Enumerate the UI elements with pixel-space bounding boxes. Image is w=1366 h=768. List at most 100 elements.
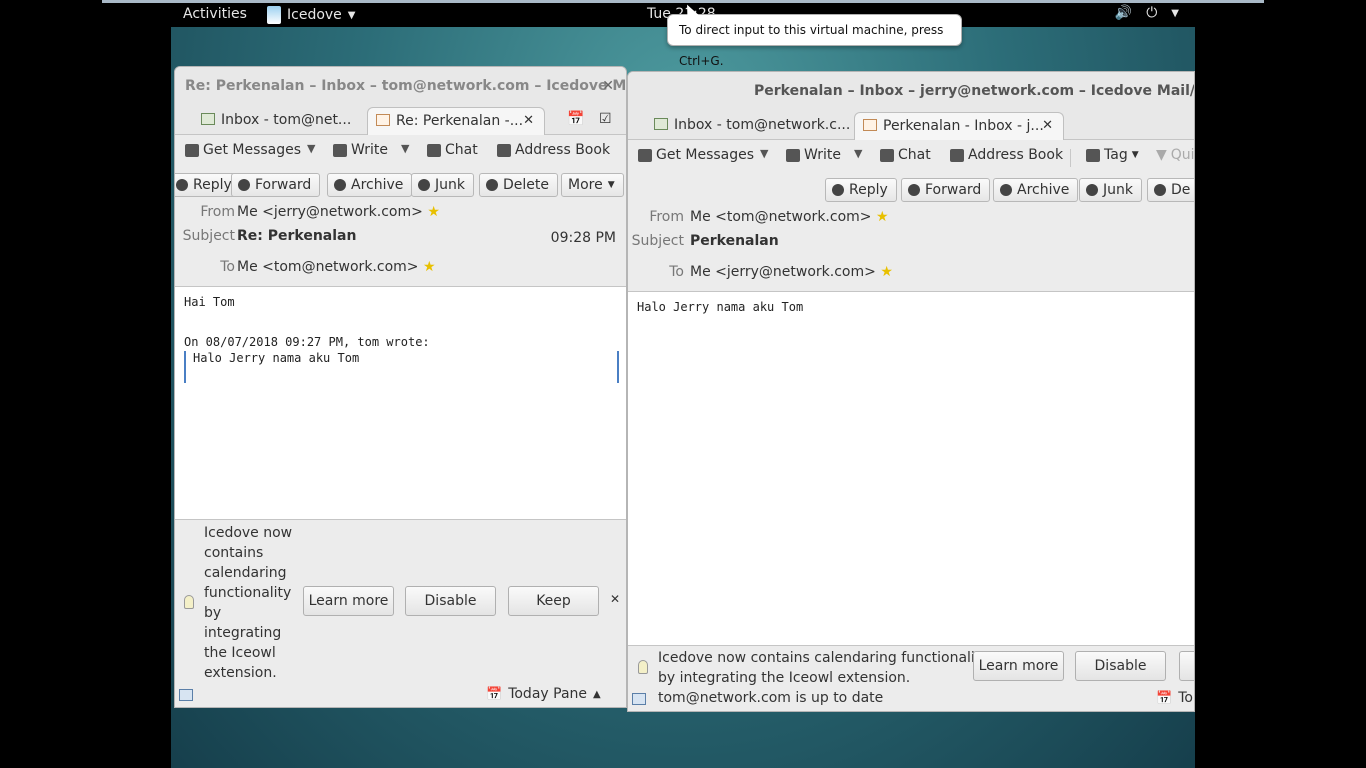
archive-button[interactable]: Archive	[327, 173, 413, 197]
notification-line: by integrating the Iceowl extension.	[658, 670, 911, 686]
close-icon[interactable]: ✕	[610, 592, 620, 606]
junk-icon	[1086, 184, 1098, 196]
message-header: From Me <tom@network.com> ★ Subject Perk…	[628, 204, 1194, 292]
get-messages-label: Get Messages	[656, 147, 755, 163]
status-bar: tom@network.com is up to date 📅 To	[628, 689, 1194, 711]
archive-button[interactable]: Archive	[993, 178, 1079, 202]
today-pane-toggle[interactable]: 📅 To	[1156, 690, 1193, 706]
get-messages-dropdown[interactable]: ▼	[760, 147, 768, 160]
lightbulb-icon	[638, 660, 648, 674]
close-window-button[interactable]: ✕	[602, 67, 614, 105]
tag-button[interactable]: Tag ▼	[1086, 147, 1139, 163]
delete-button[interactable]: Delete	[479, 173, 558, 197]
mail-toolbar: Get Messages ▼ Write ▼ Chat Address Book…	[628, 140, 1194, 176]
tab-inbox[interactable]: Inbox - tom@network.c...	[646, 112, 852, 140]
get-messages-button[interactable]: Get Messages	[638, 147, 754, 163]
address-book-button[interactable]: Address Book	[950, 147, 1063, 163]
window-titlebar[interactable]: Perkenalan – Inbox – jerry@network.com –…	[628, 72, 1194, 110]
from-value[interactable]: Me <tom@network.com> ★	[690, 209, 889, 225]
delete-button[interactable]: De	[1147, 178, 1194, 202]
delete-label: De	[1171, 182, 1191, 198]
star-icon[interactable]: ★	[880, 264, 893, 280]
subject-value: Re: Perkenalan	[237, 228, 357, 244]
calendar-icon[interactable]: 📅	[567, 111, 584, 127]
pencil-icon	[333, 143, 347, 157]
app-menu[interactable]: Icedove ▼	[267, 6, 356, 24]
notification-message: Icedove now contains calendaring functio…	[658, 648, 989, 688]
to-value[interactable]: Me <tom@network.com> ★	[237, 259, 436, 275]
from-value[interactable]: Me <jerry@network.com> ★	[237, 204, 440, 220]
write-dropdown[interactable]: ▼	[401, 142, 409, 155]
address-book-label: Address Book	[968, 147, 1064, 163]
chevron-down-icon: ▼	[607, 180, 615, 190]
online-status-icon[interactable]	[632, 693, 646, 705]
message-actions: Reply Forward Archive Junk De	[628, 176, 1194, 204]
status-bar: 📅 Today Pane ▲	[175, 685, 626, 707]
tag-icon	[1086, 148, 1100, 162]
more-button[interactable]: More ▼	[561, 173, 624, 197]
star-icon[interactable]: ★	[427, 204, 440, 220]
today-pane-toggle[interactable]: 📅 Today Pane ▲	[486, 686, 601, 702]
reply-button[interactable]: Reply	[825, 178, 897, 202]
inbox-icon	[201, 113, 215, 125]
chat-icon	[880, 148, 894, 162]
chat-button[interactable]: Chat	[427, 142, 478, 158]
get-messages-button[interactable]: Get Messages	[185, 142, 301, 158]
calendar-notification-bar: Icedove now contains calendaring functio…	[628, 645, 1194, 691]
today-pane-label: Today Pane	[508, 686, 588, 702]
forward-button[interactable]: Forward	[901, 178, 991, 202]
tab-message[interactable]: Perkenalan - Inbox - j... ✕	[854, 112, 1064, 140]
notification-line: functionality	[204, 585, 292, 601]
icedove-window-jerry[interactable]: Perkenalan – Inbox – jerry@network.com –…	[627, 71, 1195, 712]
disable-button[interactable]: Disable	[1075, 651, 1166, 681]
online-status-icon[interactable]	[179, 689, 193, 701]
tab-message[interactable]: Re: Perkenalan -... ✕	[367, 107, 545, 135]
disable-button[interactable]: Disable	[405, 586, 496, 616]
from-address: Me <jerry@network.com>	[237, 204, 423, 220]
to-address: Me <jerry@network.com>	[690, 264, 876, 280]
get-messages-dropdown[interactable]: ▼	[307, 142, 315, 155]
write-button[interactable]: Write	[786, 147, 841, 163]
junk-button[interactable]: Junk	[1079, 178, 1142, 202]
icedove-window-tom[interactable]: Re: Perkenalan – Inbox – tom@network.com…	[174, 66, 627, 708]
close-tab-button[interactable]: ✕	[523, 108, 534, 134]
quoted-line: Halo Jerry nama aku Tom	[193, 351, 360, 365]
system-status-area[interactable]: 🔊 ⏻ ▼	[1115, 5, 1179, 21]
tab-label: Inbox - tom@network.c...	[674, 117, 851, 133]
junk-label: Junk	[1103, 182, 1133, 198]
reply-label: Reply	[849, 182, 888, 198]
message-body[interactable]: Hai Tom On 08/07/2018 09:27 PM, tom wrot…	[175, 286, 626, 519]
write-dropdown[interactable]: ▼	[854, 147, 862, 160]
tasks-icon[interactable]: ☑	[599, 111, 612, 127]
star-icon[interactable]: ★	[876, 209, 889, 225]
keep-button[interactable]: Keep	[508, 586, 599, 616]
archive-label: Archive	[351, 177, 404, 193]
address-book-button[interactable]: Address Book	[497, 142, 610, 158]
learn-more-button[interactable]: Learn more	[973, 651, 1064, 681]
keep-button[interactable]	[1179, 651, 1194, 681]
notification-line: integrating	[204, 625, 282, 641]
chat-button[interactable]: Chat	[880, 147, 931, 163]
reply-label: Reply	[193, 177, 232, 193]
to-value[interactable]: Me <jerry@network.com> ★	[690, 264, 893, 280]
notification-line: contains	[204, 545, 264, 561]
forward-button[interactable]: Forward	[231, 173, 321, 197]
activities-button[interactable]: Activities	[183, 6, 247, 22]
junk-button[interactable]: Junk	[411, 173, 474, 197]
body-line: Hai Tom	[184, 295, 235, 309]
write-button[interactable]: Write	[333, 142, 388, 158]
tab-inbox[interactable]: Inbox - tom@net...	[193, 107, 363, 135]
close-tab-button[interactable]: ✕	[1042, 113, 1053, 139]
archive-label: Archive	[1017, 182, 1070, 198]
chevron-down-icon: ▼	[1131, 150, 1139, 160]
vm-input-tooltip: To direct input to this virtual machine,…	[667, 14, 962, 68]
message-time: 09:28 PM	[550, 230, 616, 246]
quick-filter-button[interactable]: ▼ Qui	[1156, 147, 1194, 163]
star-icon[interactable]: ★	[423, 259, 436, 275]
toolbar-separator	[1070, 149, 1071, 167]
write-label: Write	[804, 147, 841, 163]
quote-attribution: On 08/07/2018 09:27 PM, tom wrote:	[184, 335, 430, 349]
window-titlebar[interactable]: Re: Perkenalan – Inbox – tom@network.com…	[175, 67, 626, 105]
learn-more-button[interactable]: Learn more	[303, 586, 394, 616]
message-body[interactable]: Halo Jerry nama aku Tom	[628, 291, 1194, 645]
